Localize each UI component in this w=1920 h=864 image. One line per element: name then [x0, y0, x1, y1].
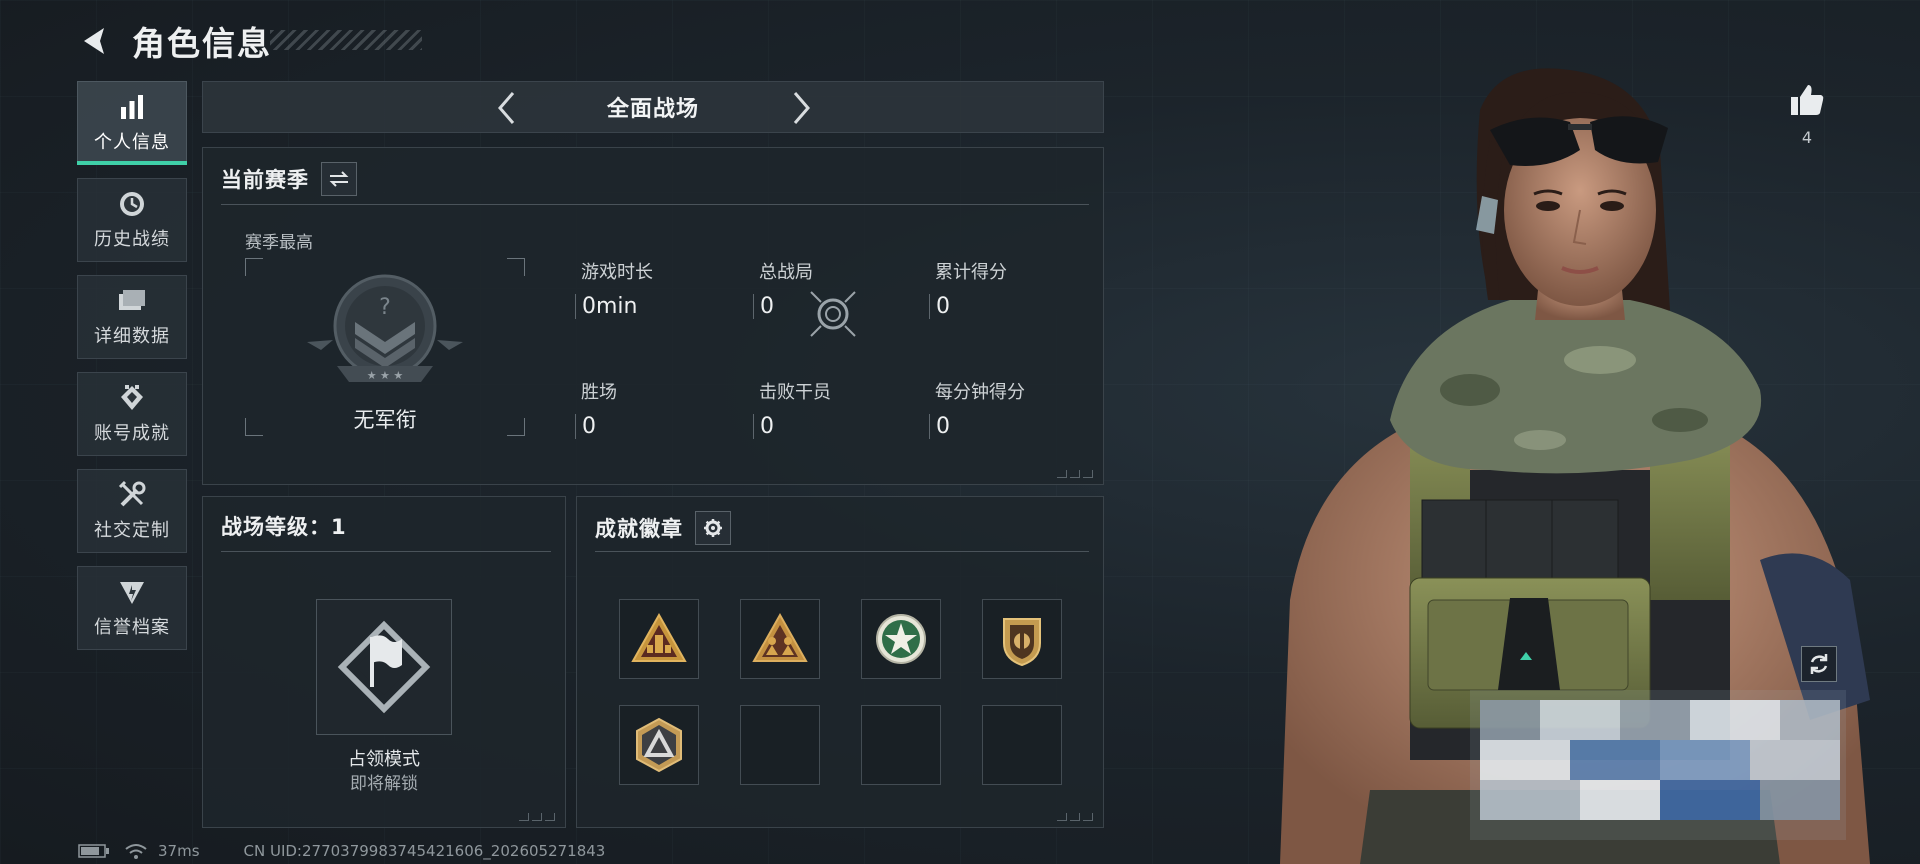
triangle-soldiers-badge-icon: [752, 612, 808, 662]
folder-icon: [115, 286, 149, 316]
badge-slot[interactable]: [619, 705, 699, 785]
badge-slot[interactable]: [982, 599, 1062, 679]
rank-name: 无军衔: [353, 408, 417, 432]
badge-slot[interactable]: [619, 599, 699, 679]
badge-slot-empty[interactable]: [982, 705, 1062, 785]
sidebar-item-credit-record[interactable]: 信誉档案: [77, 566, 187, 650]
stat-score-per-minute: 每分钟得分 0: [929, 378, 1025, 439]
gold-shield-badge-icon: [1003, 618, 1041, 667]
panel-corner-decoration: [1057, 470, 1093, 478]
stat-wins: 胜场 0: [575, 378, 617, 439]
page-title: 角色信息: [132, 24, 272, 63]
mode-card-status: 即将解锁: [350, 774, 418, 794]
mode-name: 全面战场: [606, 97, 699, 122]
occupation-mode-card[interactable]: [316, 599, 452, 735]
green-star-badge-icon: [876, 614, 926, 664]
rank-display: ? ★ ★ ★ 无军衔: [245, 258, 525, 436]
thumbs-up-icon: [1791, 85, 1824, 115]
season-panel-header: 当前赛季: [221, 162, 357, 196]
blurred-nameplate: [1470, 690, 1846, 840]
divider: [595, 551, 1089, 552]
badge-slot-empty[interactable]: [740, 705, 820, 785]
like-button[interactable]: [1785, 78, 1829, 122]
chevron-right-icon: [793, 92, 810, 124]
level-title: 战场等级：1: [221, 515, 347, 539]
wifi-icon: [125, 844, 147, 859]
badge-grid: [619, 599, 1062, 785]
badge-slot[interactable]: [861, 599, 941, 679]
sidebar-item-label: 详细数据: [94, 326, 170, 347]
badges-panel: 成就徽章: [576, 496, 1104, 828]
level-panel: 战场等级：1 占领模式 即将解锁: [202, 496, 566, 828]
sidebar-item-label: 账号成就: [94, 423, 170, 444]
user-uid: CN UID:2770379983745421606_202605271843: [243, 842, 606, 860]
sidebar-item-label: 个人信息: [94, 132, 170, 153]
switch-season-button[interactable]: [321, 162, 357, 196]
sidebar: 个人信息 历史战绩 详细数据 账号成就 社交定制 信誉档案: [77, 81, 187, 663]
sidebar-item-personal-info[interactable]: 个人信息: [77, 81, 187, 165]
panel-corner-decoration: [1057, 813, 1093, 821]
divider: [221, 551, 551, 552]
sidebar-item-label: 社交定制: [94, 520, 170, 541]
hexagon-triangle-badge-icon: [636, 717, 682, 773]
badges-panel-header: 成就徽章: [595, 511, 731, 545]
sidebar-item-label: 信誉档案: [94, 617, 170, 638]
back-arrow-icon: [84, 28, 104, 54]
stat-play-time: 游戏时长 0min: [575, 258, 653, 319]
achievement-icon: [115, 383, 149, 413]
sidebar-item-label: 历史战绩: [94, 229, 170, 250]
badge-settings-button[interactable]: [695, 511, 731, 545]
season-title: 当前赛季: [221, 168, 309, 192]
history-clock-icon: [115, 189, 149, 219]
rotate-icon: [1810, 654, 1828, 674]
sidebar-item-achievements[interactable]: 账号成就: [77, 372, 187, 456]
swap-icon: [329, 171, 349, 187]
battery-icon: [78, 844, 109, 858]
crosshair-icon: [810, 291, 856, 337]
stat-total-score: 累计得分 0: [929, 258, 1007, 319]
like-count: 4: [1801, 128, 1813, 147]
stat-kills: 击败干员 0: [753, 378, 831, 439]
back-button[interactable]: [76, 22, 114, 60]
season-panel: 当前赛季 赛季最高 ? ★ ★ ★ 无军衔 游戏时长 0min 总战局 0 累计…: [202, 147, 1104, 485]
svg-text:★ ★ ★: ★ ★ ★: [367, 369, 404, 382]
credit-shield-icon: [115, 577, 149, 607]
sidebar-item-social-custom[interactable]: 社交定制: [77, 469, 187, 553]
badge-slot-empty[interactable]: [861, 705, 941, 785]
tools-icon: [115, 480, 149, 510]
ping-value: 37ms: [158, 842, 200, 860]
mode-selector: 全面战场: [202, 81, 1104, 133]
mode-card-name: 占领模式: [348, 749, 420, 770]
status-footer: 37ms CN UID:2770379983745421606_20260527…: [78, 838, 605, 864]
sidebar-item-history[interactable]: 历史战绩: [77, 178, 187, 262]
gear-icon: [704, 519, 722, 537]
triangle-tower-badge-icon: [631, 612, 687, 662]
next-mode-button[interactable]: [783, 90, 819, 126]
sidebar-item-detailed-data[interactable]: 详细数据: [77, 275, 187, 359]
divider: [221, 204, 1089, 205]
chevron-left-icon: [498, 92, 515, 124]
badge-slot[interactable]: [740, 599, 820, 679]
flag-diamond-icon: [337, 620, 431, 714]
panel-corner-decoration: [519, 813, 555, 821]
title-decoration: [270, 30, 422, 50]
season-best-label: 赛季最高: [245, 233, 313, 253]
svg-text:?: ?: [379, 295, 391, 320]
header: 角色信息: [76, 14, 272, 68]
bar-chart-icon: [115, 92, 149, 122]
rotate-model-button[interactable]: [1801, 646, 1837, 682]
stat-total-matches: 总战局 0: [753, 258, 813, 319]
prev-mode-button[interactable]: [489, 90, 525, 126]
rank-emblem-icon: ? ★ ★ ★: [307, 274, 463, 382]
badges-title: 成就徽章: [595, 517, 683, 541]
